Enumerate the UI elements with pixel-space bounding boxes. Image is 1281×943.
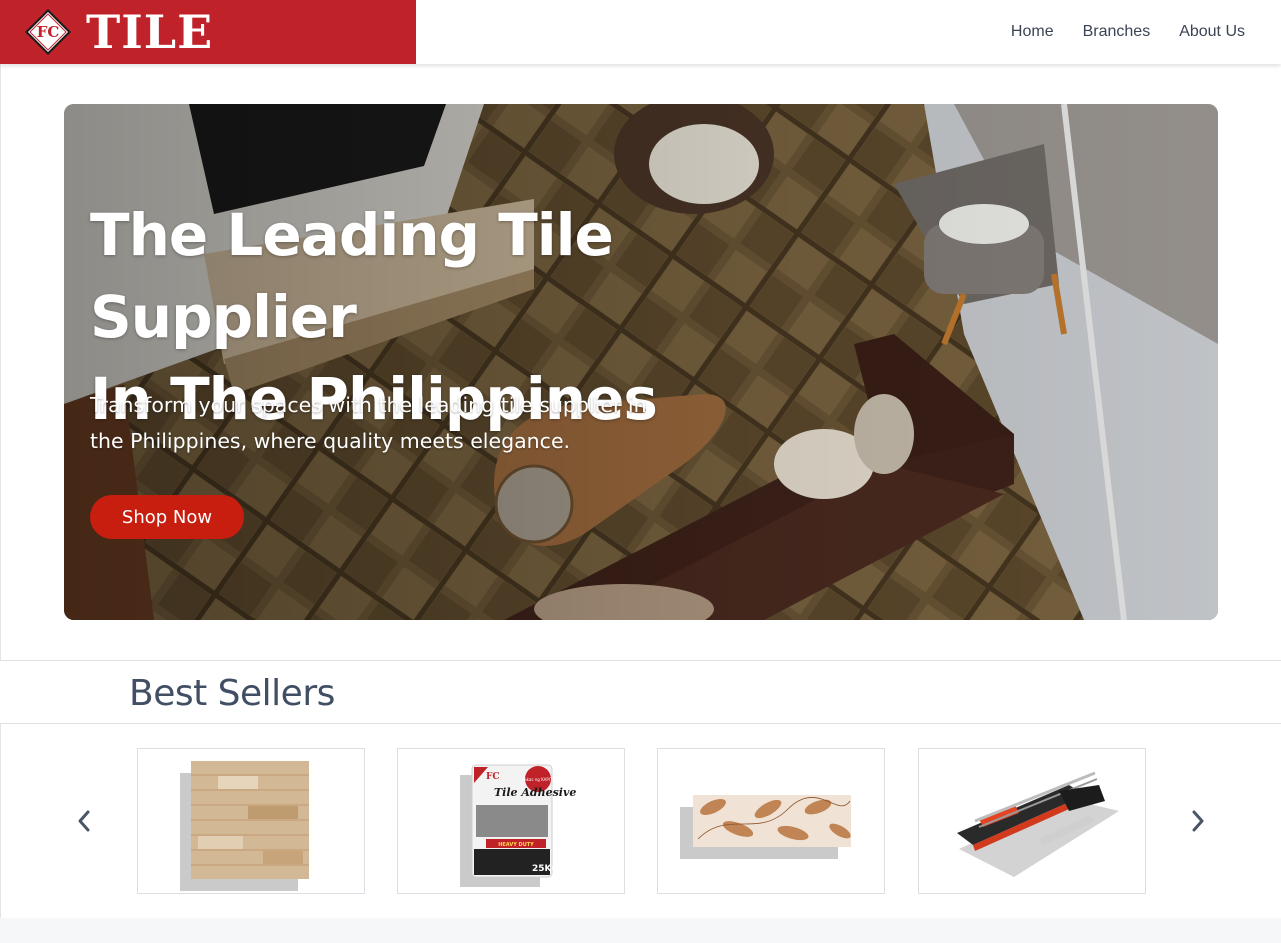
- hero-title-line-1: The Leading Tile Supplier: [90, 201, 614, 351]
- page-left-border: [0, 64, 1, 918]
- carousel-prev-button[interactable]: [70, 806, 98, 836]
- logo-wordmark: TILE DEPOT: [86, 5, 275, 113]
- hero-subtitle-line-2: the Philippines, where quality meets ele…: [90, 429, 571, 453]
- svg-text:FC: FC: [486, 772, 500, 782]
- wood-tile-image: [180, 761, 309, 891]
- site-header: FC TILE DEPOT Home Branches About Us: [0, 0, 1281, 113]
- logo-diamond-icon: FC: [25, 9, 71, 55]
- chevron-right-icon: [1192, 810, 1204, 832]
- hero-subtitle: Transform your spaces with the leading t…: [90, 387, 680, 459]
- svg-text:FC: FC: [37, 23, 60, 41]
- best-sellers-title: Best Sellers: [129, 673, 335, 714]
- chevron-left-icon: [78, 810, 90, 832]
- next-section-strip: [0, 918, 1281, 943]
- product-card-wood-tile[interactable]: [137, 748, 365, 894]
- shop-now-button[interactable]: Shop Now: [90, 495, 244, 539]
- carousel-next-button[interactable]: [1184, 806, 1212, 836]
- svg-text:Tile Adhesive: Tile Adhesive: [494, 786, 576, 799]
- hero-banner: The Leading Tile Supplier In The Philipp…: [64, 104, 1218, 620]
- nav-home[interactable]: Home: [1011, 23, 1054, 41]
- nav-branches[interactable]: Branches: [1083, 23, 1151, 41]
- hero-subtitle-line-1: Transform your spaces with the leading t…: [90, 393, 647, 417]
- product-card-tile-cutter[interactable]: [918, 748, 1146, 894]
- svg-text:25KG: 25KG: [532, 864, 559, 874]
- nav-about-us[interactable]: About Us: [1179, 23, 1245, 41]
- leaf-tile-image: [680, 795, 851, 859]
- product-card-leaf-tile[interactable]: [657, 748, 885, 894]
- tile-adhesive-bag-image: FC Lakas ng KAPIT! Tile Adhesive HEAVY D…: [460, 764, 576, 887]
- svg-text:HEAVY DUTY: HEAVY DUTY: [498, 842, 534, 848]
- svg-text:Lakas ng KAPIT!: Lakas ng KAPIT!: [522, 777, 554, 782]
- tile-cutter-image: [957, 771, 1119, 877]
- main-nav: Home Branches About Us: [1011, 0, 1245, 64]
- site-logo[interactable]: FC TILE DEPOT: [0, 0, 416, 113]
- product-card-tile-adhesive[interactable]: FC Lakas ng KAPIT! Tile Adhesive HEAVY D…: [397, 748, 625, 894]
